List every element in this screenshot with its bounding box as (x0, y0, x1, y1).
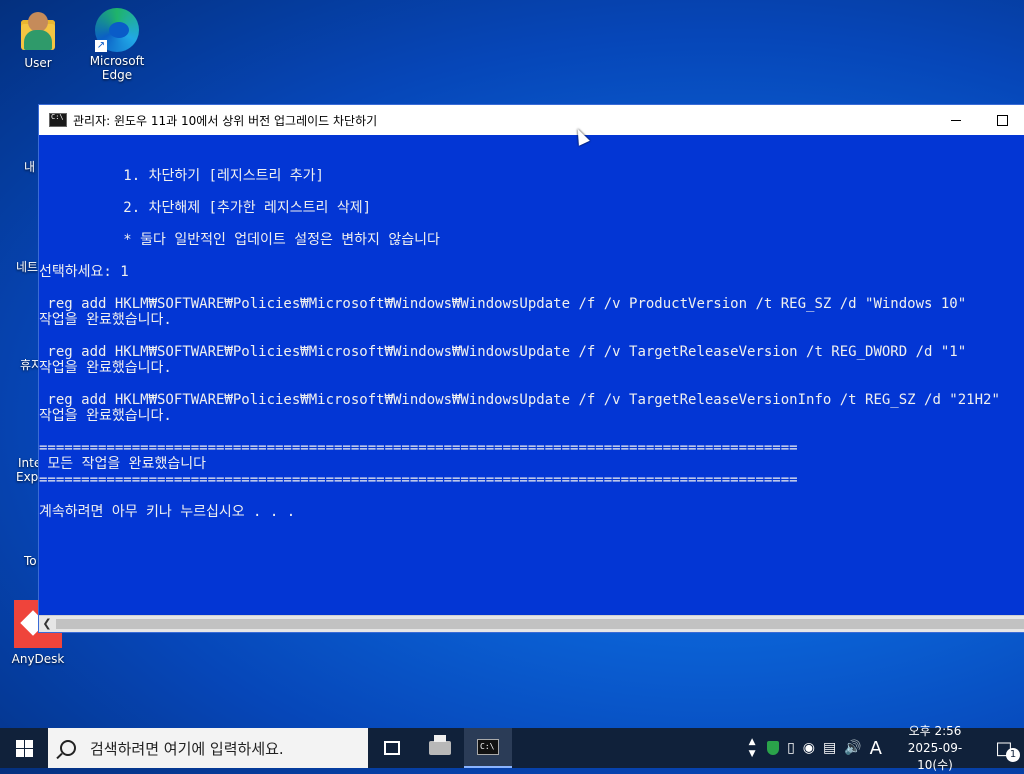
maximize-button[interactable] (979, 105, 1024, 135)
network-tray[interactable]: ▤ (819, 728, 840, 768)
task-view-button[interactable] (368, 728, 416, 768)
network-icon: ▤ (823, 740, 837, 756)
console-line: 2. 차단해제 [추가한 레지스트리 삭제] (39, 200, 372, 216)
scrollbar-thumb[interactable] (56, 619, 1024, 629)
search-placeholder: 검색하려면 여기에 입력하세요. (90, 739, 284, 758)
usb-device-icon: ▯ (787, 740, 795, 756)
desktop-icon-user[interactable]: User (2, 10, 74, 70)
desktop-icon-label: Microsoft Edge (89, 54, 145, 82)
console-line: 모든 작업을 완료했습니다 (39, 456, 206, 472)
taskbar-app-printer[interactable] (416, 728, 464, 768)
console-window[interactable]: 관리자: 윈도우 11과 10에서 상위 버전 업그레이드 차단하기 1. 차단… (38, 104, 1024, 633)
separator-line: ========================================… (39, 472, 798, 488)
meet-tray[interactable]: ◉ (799, 728, 819, 768)
speaker-icon: 🔊 (844, 740, 862, 756)
windows-logo-icon (15, 739, 33, 757)
volume-tray[interactable]: 🔊 (840, 728, 865, 768)
desktop-icon-label: User (24, 56, 52, 70)
clock[interactable]: 오후 2:56 2025-09-10(수) (886, 724, 984, 772)
camera-icon: ◉ (802, 740, 815, 756)
console-line: 작업을 완료했습니다. (39, 408, 172, 424)
system-tray: ▲ ▼ ▯ ◉ ▤ 🔊 A 오후 2:56 2025-09-10(수) □ 1 (741, 724, 1024, 772)
ime-label: A (869, 737, 882, 759)
desktop-icon-anydesk-label: AnyDesk (2, 652, 74, 666)
console-line: 작업을 완료했습니다. (39, 312, 172, 328)
console-line: 작업을 완료했습니다. (39, 360, 172, 376)
start-button[interactable] (0, 728, 48, 768)
notification-center-button[interactable]: □ 1 (984, 728, 1024, 768)
clock-time: 오후 2:56 (908, 723, 962, 738)
clock-date: 2025-09-10(수) (907, 740, 963, 772)
console-line: 선택하세요: 1 (39, 264, 129, 280)
input-method-indicator[interactable]: A (866, 728, 886, 768)
desktop-icon-partial[interactable]: To (24, 554, 37, 568)
chevron-down-icon: ▼ (748, 749, 756, 759)
taskbar-search[interactable]: 검색하려면 여기에 입력하세요. (48, 728, 368, 768)
desktop-icon-label: AnyDesk (11, 652, 65, 666)
console-line: reg add HKLM₩SOFTWARE₩Policies₩Microsoft… (39, 296, 967, 312)
minimize-button[interactable] (933, 105, 979, 135)
console-line: reg add HKLM₩SOFTWARE₩Policies₩Microsoft… (39, 392, 1000, 408)
desktop-icon-partial[interactable]: 내 (24, 158, 35, 175)
edge-icon: ↗ (95, 8, 139, 52)
notification-badge: 1 (1006, 748, 1020, 762)
horizontal-scrollbar[interactable]: ❮ (39, 615, 1024, 632)
console-output[interactable]: 1. 차단하기 [레지스트리 추가] 2. 차단해제 [추가한 레지스트리 삭제… (39, 136, 1024, 616)
window-titlebar[interactable]: 관리자: 윈도우 11과 10에서 상위 버전 업그레이드 차단하기 (39, 105, 1024, 135)
desktop-icon-edge[interactable]: ↗ Microsoft Edge (80, 8, 154, 82)
taskbar-app-console[interactable]: C:\ (464, 728, 512, 768)
separator-line: ========================================… (39, 440, 798, 456)
console-line: * 둘다 일반적인 업데이트 설정은 변하지 않습니다 (39, 232, 440, 248)
scroll-left-icon[interactable]: ❮ (39, 616, 55, 632)
user-folder-icon (16, 10, 60, 54)
console-line: 계속하려면 아무 키나 누르십시오 . . . (39, 504, 296, 520)
taskbar: 검색하려면 여기에 입력하세요. C:\ ▲ ▼ ▯ ◉ ▤ 🔊 A 오후 2:… (0, 724, 1024, 772)
chevron-up-icon: ▲ (748, 737, 756, 747)
console-icon: C:\ (477, 739, 499, 755)
task-view-icon (384, 741, 400, 755)
printer-icon (429, 735, 451, 755)
window-title: 관리자: 윈도우 11과 10에서 상위 버전 업그레이드 차단하기 (73, 113, 378, 128)
console-line: 1. 차단하기 [레지스트리 추가] (39, 168, 324, 184)
shield-icon (767, 741, 780, 755)
console-line: reg add HKLM₩SOFTWARE₩Policies₩Microsoft… (39, 344, 967, 360)
security-tray[interactable] (763, 728, 783, 768)
usb-tray[interactable]: ▯ (783, 728, 799, 768)
tray-overflow[interactable]: ▲ ▼ (741, 728, 763, 768)
console-icon (49, 113, 67, 127)
search-icon (60, 740, 76, 756)
desktop-icon-partial[interactable]: 네트 (16, 258, 38, 275)
